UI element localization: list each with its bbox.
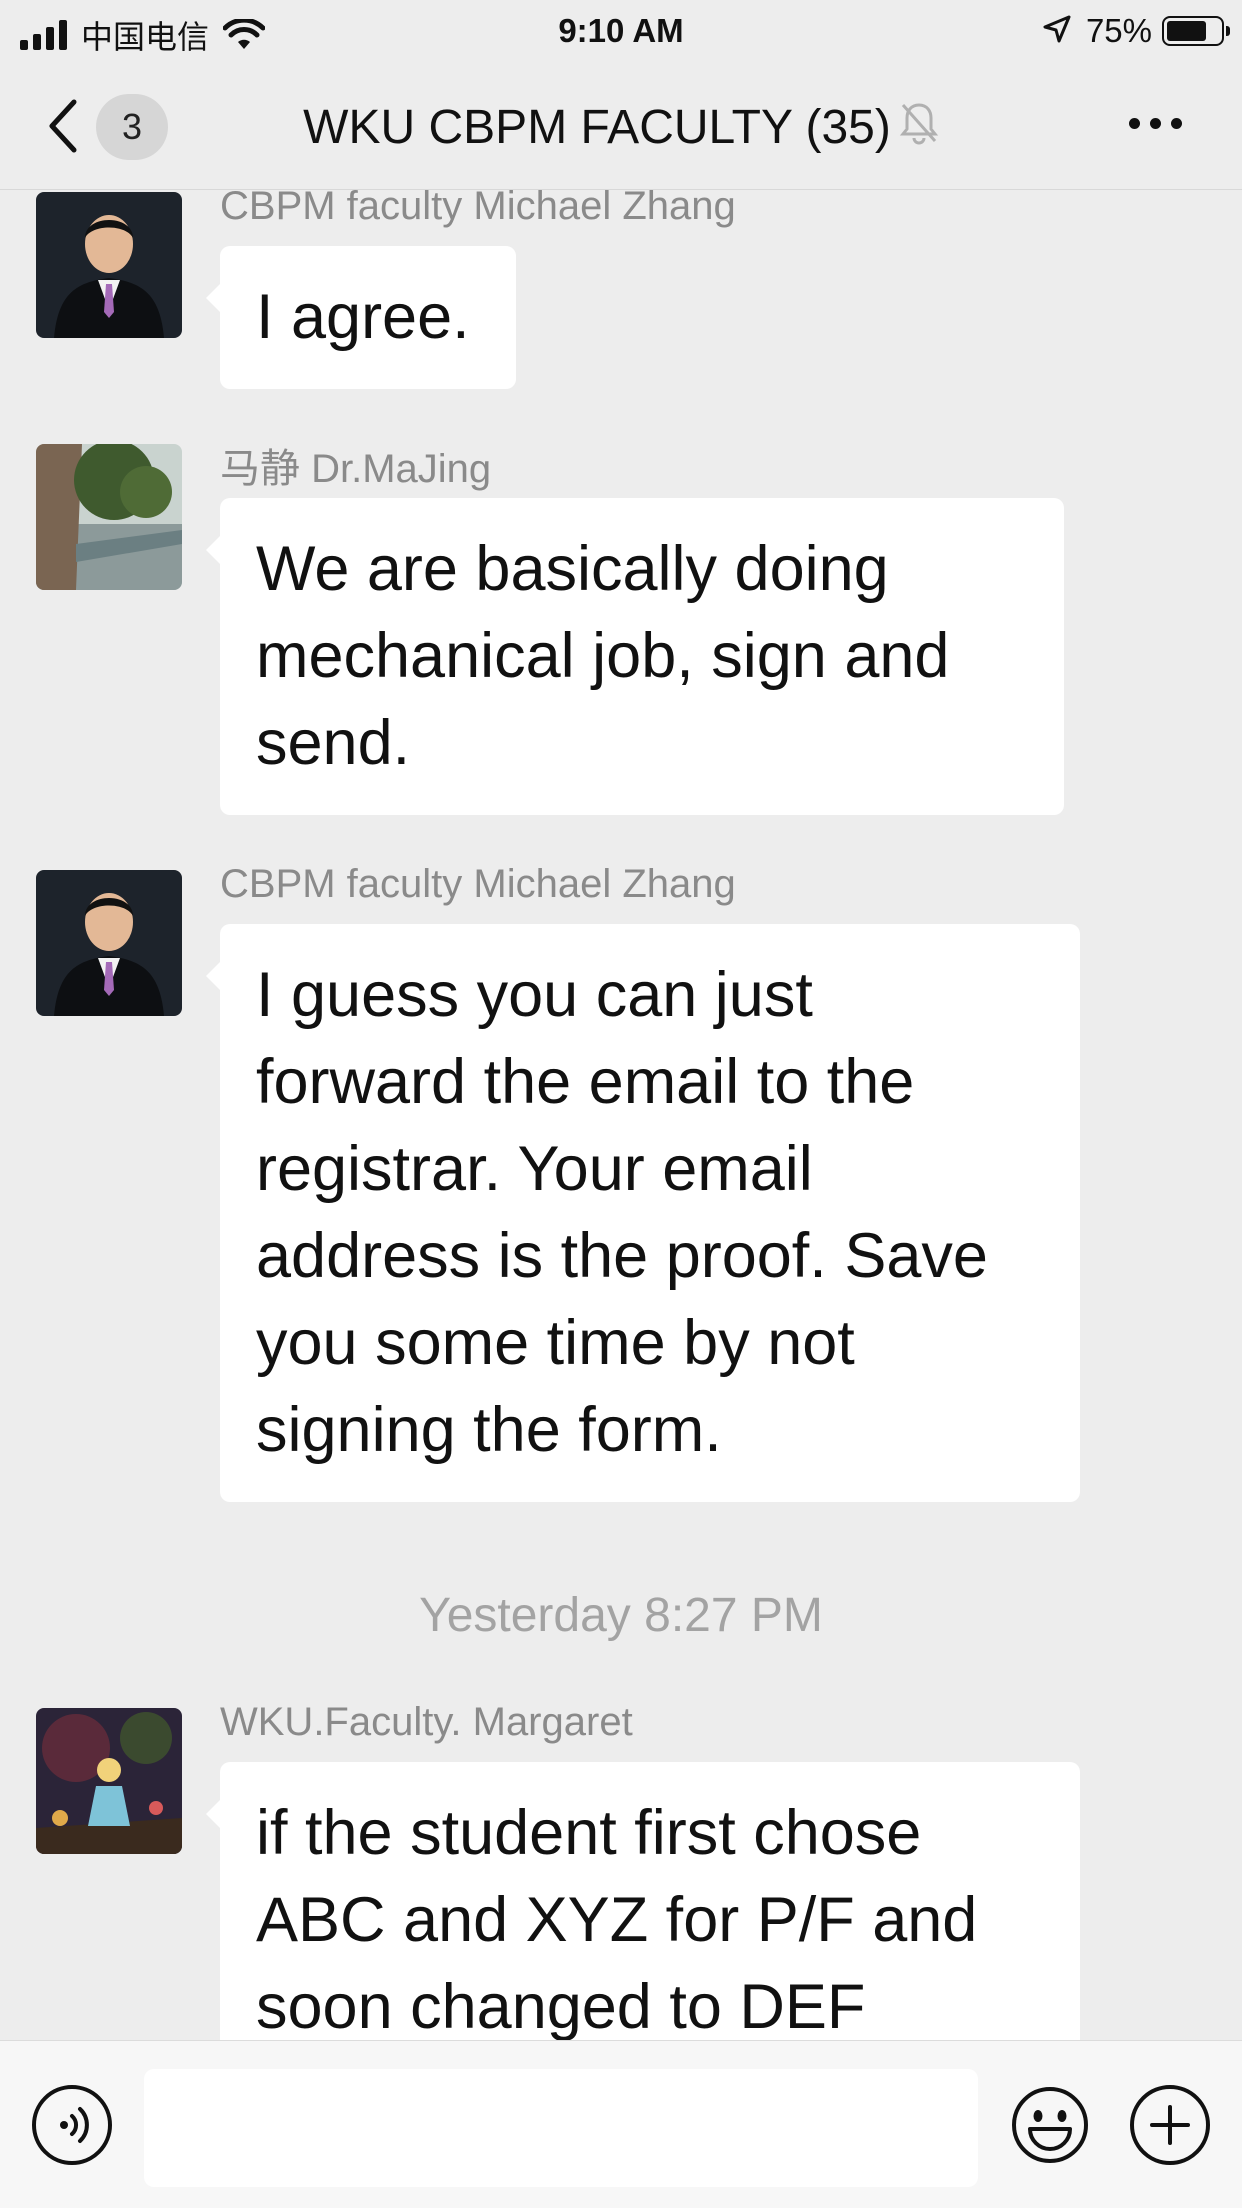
message-line: I guess you can just	[256, 960, 813, 1030]
sender-name: CBPM faculty Michael Zhang	[220, 184, 736, 228]
sender-name: 马静 Dr.MaJing	[220, 447, 492, 491]
bell-muted-icon	[899, 100, 939, 160]
message-line: address is the proof. Save	[256, 1221, 988, 1291]
chat-screen: 中国电信 9:10 AM 75% 3 WKU CBPM FACULTY (35)…	[0, 0, 1242, 2208]
message-bubble[interactable]: I agree.	[206, 246, 516, 389]
status-right: 75%	[1042, 12, 1230, 50]
plus-icon[interactable]	[1130, 2085, 1210, 2165]
battery-icon	[1162, 16, 1230, 46]
sender-name: WKU.Faculty. Margaret	[220, 1700, 633, 1744]
message-line: mechanical job, sign and	[256, 621, 950, 691]
more-dots-icon[interactable]	[1129, 118, 1182, 129]
avatar[interactable]	[36, 444, 182, 590]
message-line: if the student first chose	[256, 1798, 922, 1868]
emoji-icon[interactable]	[1010, 2085, 1090, 2165]
message-bubble[interactable]: We are basically doing mechanical job, s…	[206, 498, 1064, 815]
message-line: send.	[256, 708, 411, 778]
voice-icon[interactable]	[32, 2085, 112, 2165]
battery-percent: 75%	[1085, 12, 1152, 49]
message-bubble[interactable]: I guess you can just forward the email t…	[206, 924, 1080, 1502]
timestamp: Yesterday 8:27 PM	[419, 1589, 823, 1642]
status-bar: 中国电信 9:10 AM 75%	[0, 0, 1242, 62]
location-arrow-icon	[1042, 14, 1072, 49]
message-line: registrar. Your email	[256, 1134, 813, 1204]
message-line: ABC and XYZ for P/F and	[256, 1885, 978, 1955]
chat-title: WKU CBPM FACULTY (35)	[0, 98, 1242, 160]
input-bar	[0, 2040, 1242, 2208]
message-line: you some time by not	[256, 1308, 855, 1378]
chat-title-text: WKU CBPM FACULTY (35)	[303, 101, 891, 154]
battery-level-fill	[1167, 21, 1206, 41]
message-line: We are basically doing	[256, 534, 889, 604]
avatar[interactable]	[36, 1708, 182, 1854]
message-line: I agree.	[256, 282, 470, 352]
avatar[interactable]	[36, 870, 182, 1016]
message-input[interactable]	[144, 2069, 978, 2187]
avatar[interactable]	[36, 192, 182, 338]
message-line: soon changed to DEF	[256, 1972, 866, 2042]
message-line: signing the form.	[256, 1395, 722, 1465]
sender-name: CBPM faculty Michael Zhang	[220, 862, 736, 906]
nav-bar: 3 WKU CBPM FACULTY (35)	[0, 62, 1242, 190]
message-line: forward the email to the	[256, 1047, 915, 1117]
